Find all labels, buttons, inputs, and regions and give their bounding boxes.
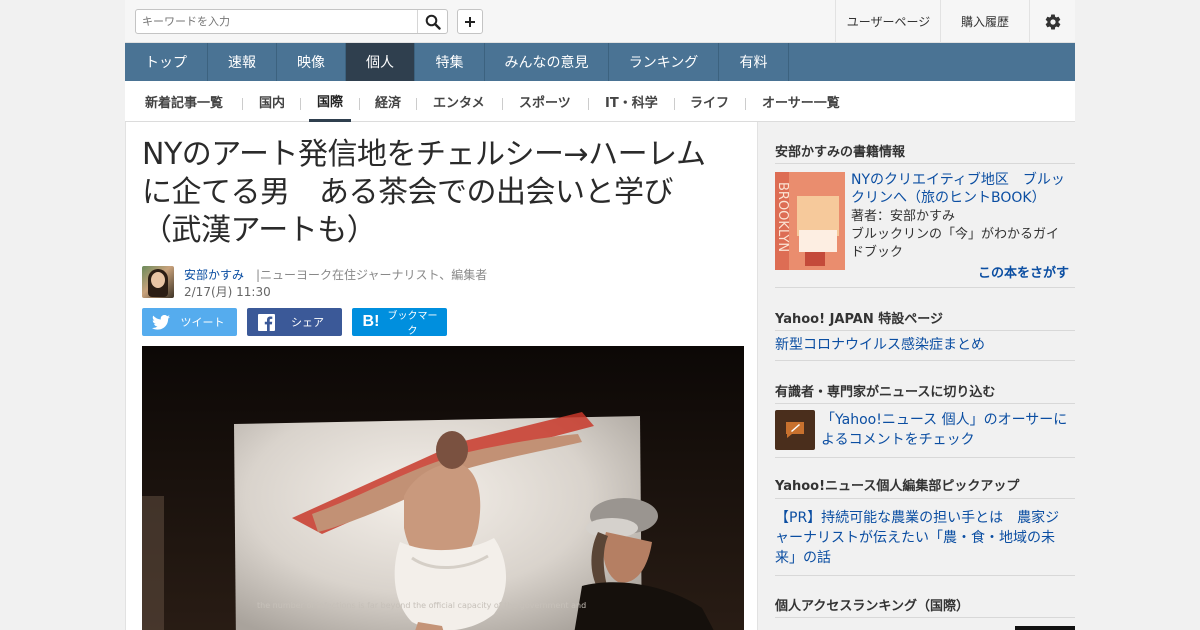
top-bar: ユーザーページ 購入履歴: [125, 0, 1075, 43]
facebook-share-label: シェア: [291, 316, 324, 329]
subnav-divider: [416, 98, 417, 110]
subnav-divider: [674, 98, 675, 110]
add-button[interactable]: [457, 9, 483, 34]
nav-item-breaking[interactable]: 速報: [208, 43, 277, 81]
main-nav: トップ 速報 映像 個人 特集 みんなの意見 ランキング 有料: [125, 43, 1075, 81]
gear-icon: [1045, 13, 1060, 30]
nav-item-feature[interactable]: 特集: [415, 43, 485, 81]
nav-item-individual[interactable]: 個人: [346, 43, 415, 81]
expert-section-heading: 有識者・専門家がニュースに切り込む: [775, 385, 996, 400]
author-comment-link[interactable]: 「Yahoo!ニュース 個人」のオーサーによるコメントをチェック: [821, 410, 1071, 450]
article-photo[interactable]: the number of infections is far beyond t…: [142, 346, 744, 630]
avatar-face: [151, 272, 165, 288]
book-title-link[interactable]: NYのクリエイティブ地区 ブルックリンへ（旅のヒントBOOK）: [851, 171, 1066, 207]
section-divider: [775, 457, 1075, 458]
article-title: NYのアート発信地をチェルシー→ハーレム に企てる男 ある茶会での出会いと学び …: [142, 136, 742, 250]
subnav-item-it-science[interactable]: IT・科学: [605, 81, 658, 122]
nav-item-ranking[interactable]: ランキング: [609, 43, 719, 81]
section-divider: [775, 287, 1075, 288]
facebook-share-button[interactable]: シェア: [247, 308, 342, 336]
nav-item-video[interactable]: 映像: [277, 43, 346, 81]
artwork-photo: the number of infections is far beyond t…: [142, 346, 744, 630]
photo-caption: the number of infections is far beyond t…: [257, 601, 586, 610]
plus-icon: [465, 16, 475, 27]
subnav-item-sports[interactable]: スポーツ: [519, 81, 571, 122]
book-author: 著者：安部かすみ: [851, 209, 956, 224]
tweet-button[interactable]: ツイート: [142, 308, 237, 336]
nav-item-top[interactable]: トップ: [125, 43, 208, 81]
hatena-bookmark-label: ブックマーク: [387, 311, 438, 337]
section-divider: [775, 330, 1075, 331]
section-divider: [775, 360, 1075, 361]
title-line: NYのアート発信地をチェルシー→ハーレム: [142, 137, 706, 172]
author-avatar[interactable]: [142, 266, 174, 298]
title-line: に企てる男 ある茶会での出会いと学び: [142, 175, 674, 210]
subnav-divider: [242, 98, 243, 110]
subnav-item-economy[interactable]: 経済: [375, 81, 401, 122]
subnav-item-latest[interactable]: 新着記事一覧: [145, 81, 223, 122]
search-icon: [425, 14, 441, 30]
subnav-item-entertainment[interactable]: エンタメ: [433, 81, 485, 122]
user-page-link[interactable]: ユーザーページ: [835, 0, 941, 43]
pickup-article-link[interactable]: 【PR】持続可能な農業の担い手とは 農家ジャーナリストが伝えたい「農・食・地域の…: [775, 508, 1071, 568]
hatena-bookmark-button[interactable]: B! ブックマーク: [352, 308, 447, 337]
subnav-divider: [300, 98, 301, 110]
section-divider: [775, 498, 1075, 499]
nav-item-paid[interactable]: 有料: [719, 43, 789, 81]
article-date: 2/17(月) 11:30: [184, 285, 271, 299]
subnav-item-life[interactable]: ライフ: [690, 81, 729, 122]
section-divider: [775, 575, 1075, 576]
nav-item-opinions[interactable]: みんなの意見: [485, 43, 609, 81]
search-button[interactable]: [417, 10, 447, 33]
sidebar: 安部かすみの書籍情報 BROOKLYN NYのクリエイティブ地区 ブルックリンへ…: [758, 122, 1075, 630]
pickup-section-heading: Yahoo!ニュース個人編集部ピックアップ: [775, 479, 1020, 494]
subnav-item-domestic[interactable]: 国内: [259, 81, 285, 122]
subnav-divider: [502, 98, 503, 110]
ranking-thumbnail[interactable]: [1015, 626, 1075, 630]
subnav-item-authors[interactable]: オーサー一覧: [762, 81, 840, 122]
hatena-bookmark-icon: B!: [362, 313, 380, 330]
subnav-divider: [588, 98, 589, 110]
corona-special-link[interactable]: 新型コロナウイルス感染症まとめ: [775, 335, 985, 355]
section-divider: [775, 163, 1075, 164]
twitter-icon: [148, 314, 174, 330]
title-line: （武漢アートも）: [142, 213, 377, 248]
search-input[interactable]: [136, 10, 418, 33]
book-cover-art: BROOKLYN: [775, 172, 845, 270]
settings-button[interactable]: [1030, 0, 1075, 43]
subnav-divider: [745, 98, 746, 110]
find-book-link[interactable]: この本をさがす: [978, 262, 1069, 281]
special-section-heading: Yahoo! JAPAN 特設ページ: [775, 312, 944, 327]
subnav-item-international[interactable]: 国際: [309, 81, 352, 122]
svg-text:BROOKLYN: BROOKLYN: [775, 182, 790, 252]
ranking-section-heading: 個人アクセスランキング（国際）: [775, 599, 969, 614]
article-main: NYのアート発信地をチェルシー→ハーレム に企てる男 ある茶会での出会いと学び …: [125, 122, 758, 630]
author-description: |ニューヨーク在住ジャーナリスト、編集者: [256, 268, 488, 282]
book-description: ブルックリンの「今」がわかるガイドブック: [851, 227, 1060, 260]
book-cover[interactable]: BROOKLYN: [775, 172, 845, 270]
search-box: [135, 9, 448, 34]
facebook-icon: [253, 313, 279, 331]
category-nav: 新着記事一覧 国内 国際 経済 エンタメ スポーツ IT・科学 ライフ オーサー…: [125, 81, 1075, 122]
subnav-divider: [359, 98, 360, 110]
comment-icon[interactable]: [775, 410, 815, 450]
book-section-heading: 安部かすみの書籍情報: [775, 145, 906, 160]
section-divider: [775, 403, 1075, 404]
author-link[interactable]: 安部かすみ: [184, 266, 244, 283]
purchase-history-link[interactable]: 購入履歴: [940, 0, 1030, 43]
tweet-label: ツイート: [180, 316, 225, 329]
section-divider: [775, 617, 1075, 618]
